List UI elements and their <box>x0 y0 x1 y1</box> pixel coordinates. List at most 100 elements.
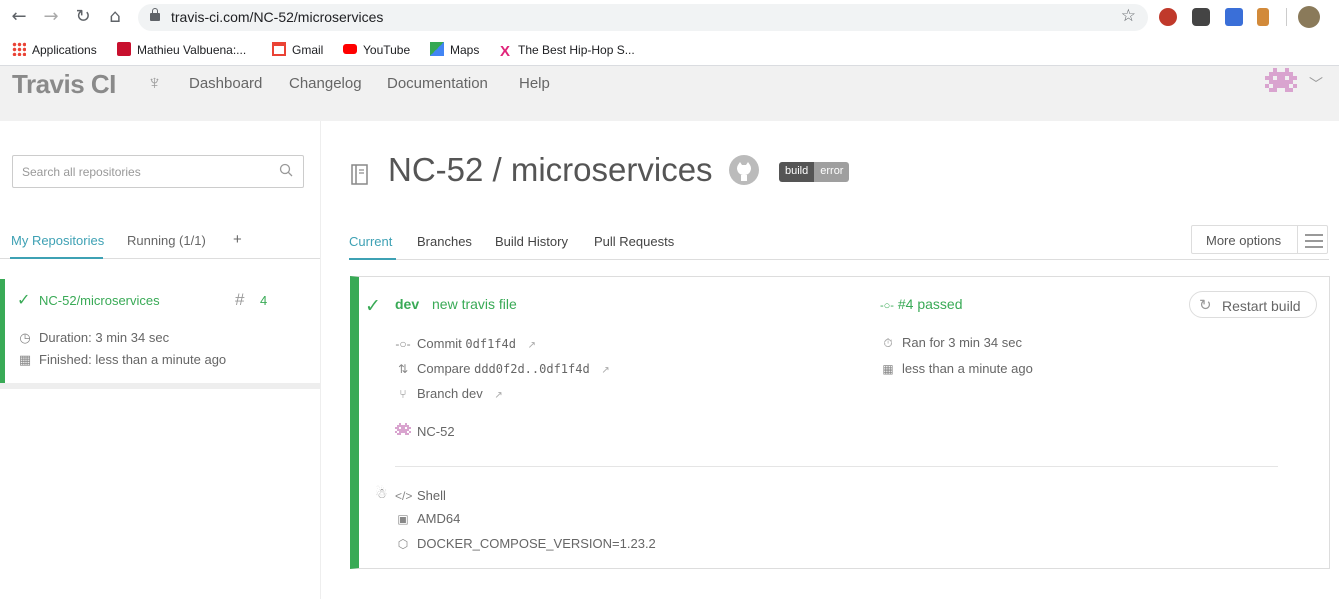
nav-help[interactable]: Help <box>519 75 550 92</box>
nav-changelog[interactable]: Changelog <box>289 75 362 92</box>
github-icon[interactable] <box>728 154 760 186</box>
bookmark-hiphop[interactable]: X The Best Hip-Hop S... <box>500 41 635 60</box>
page-title: NC-52 / microservices <box>388 151 713 188</box>
tab-add[interactable]: + <box>233 231 242 248</box>
travis-header: Travis CI ♆ Dashboard Changelog Document… <box>0 66 1339 121</box>
bookmark-mathieu[interactable]: Mathieu Valbuena:... <box>117 41 246 59</box>
build-branch[interactable]: dev <box>395 296 419 312</box>
lock-icon <box>150 8 160 22</box>
active-tab-indicator <box>349 258 396 260</box>
build-number[interactable]: 4 <box>260 293 267 308</box>
maps-icon <box>430 42 444 56</box>
address-bar[interactable]: travis-ci.com/NC-52/microservices ☆ <box>138 4 1148 31</box>
more-options-button[interactable]: More options <box>1191 225 1328 254</box>
browser-toolbar: ← → ↻ ⌂ travis-ci.com/NC-52/microservice… <box>0 0 1339 34</box>
back-icon[interactable]: ← <box>8 6 30 28</box>
arch-row: ▣ AMD64 <box>395 511 460 526</box>
adblock-icon[interactable] <box>1159 8 1177 26</box>
stopwatch-icon: ⏱ <box>883 336 893 350</box>
linux-tux-icon: ☃ <box>375 485 388 501</box>
tab-my-repositories[interactable]: My Repositories <box>11 233 104 248</box>
tab-pull-requests[interactable]: Pull Requests <box>594 234 674 249</box>
hash-icon: # <box>235 290 245 309</box>
tab-branches[interactable]: Branches <box>417 234 472 249</box>
clock-icon: ◷ <box>19 330 31 345</box>
divider <box>395 466 1278 467</box>
author-row[interactable]: NC-52 <box>395 423 455 439</box>
repo-book-icon <box>351 164 368 185</box>
bookmark-gmail[interactable]: Gmail <box>272 41 323 59</box>
passed-check-icon: ✓ <box>17 292 31 309</box>
url-text: travis-ci.com/NC-52/microservices <box>171 9 384 25</box>
build-card: ✓ dev new travis file -○- #4 passed ↻ Re… <box>350 276 1330 569</box>
forward-icon[interactable]: → <box>40 6 62 28</box>
profile-avatar[interactable] <box>1298 6 1320 28</box>
tab-current[interactable]: Current <box>349 234 392 249</box>
bookmark-favicon <box>117 42 131 56</box>
env-row: ⬡ DOCKER_COMPOSE_VERSION=1.23.2 <box>395 536 656 551</box>
ran-for: ⏱ Ran for 3 min 34 sec <box>880 335 1022 351</box>
external-link-icon[interactable]: ↗ <box>528 340 536 351</box>
travis-logo[interactable]: Travis CI <box>12 69 116 100</box>
divider <box>1297 226 1298 253</box>
nav-documentation[interactable]: Documentation <box>387 75 488 92</box>
repo-duration: ◷ Duration: 3 min 34 sec <box>17 330 169 346</box>
sidebar: Search all repositories My Repositories … <box>0 121 321 599</box>
commit-icon: -○- <box>395 337 411 351</box>
compare-range: ddd0f2d..0df1f4d <box>474 362 590 376</box>
divider <box>0 383 320 389</box>
search-input[interactable]: Search all repositories <box>12 155 304 188</box>
compare-icon: ⇅ <box>397 362 409 376</box>
chevron-down-icon[interactable]: ﹀ <box>1309 74 1323 94</box>
repository-tabs: My Repositories Running (1/1) + <box>0 223 320 259</box>
calendar-icon: ▦ <box>18 352 32 367</box>
active-tab-indicator <box>10 257 103 259</box>
x-brand-icon: X <box>500 43 511 60</box>
finished-time: ▦ less than a minute ago <box>880 361 1032 376</box>
restart-icon: ↻ <box>1199 297 1212 314</box>
branch-icon: ⑂ <box>399 387 407 401</box>
nav-dashboard[interactable]: Dashboard <box>189 75 262 92</box>
passed-check-icon: ✓ <box>365 296 381 317</box>
commit-message[interactable]: new travis file <box>432 296 517 312</box>
calendar-icon: ▦ <box>882 362 894 376</box>
extension-icon[interactable] <box>1257 8 1269 26</box>
youtube-icon <box>343 44 357 54</box>
external-link-icon[interactable]: ↗ <box>601 365 609 376</box>
repo-card[interactable]: ✓ NC-52/microservices # 4 ◷ Duration: 3 m… <box>0 279 320 383</box>
tab-build-history[interactable]: Build History <box>495 234 568 249</box>
calendar-extension-icon[interactable] <box>1225 8 1243 26</box>
user-avatar[interactable] <box>1265 68 1297 100</box>
author-avatar <box>395 423 411 435</box>
repo-finished: ▦ Finished: less than a minute ago <box>18 352 227 367</box>
bookmark-maps[interactable]: Maps <box>430 41 479 59</box>
restart-build-button[interactable]: ↻ Restart build <box>1189 291 1317 318</box>
commit-row[interactable]: -○- Commit 0df1f4d ↗ <box>395 336 536 351</box>
tab-running[interactable]: Running (1/1) <box>127 233 206 248</box>
branch-row[interactable]: ⑂ Branch dev ↗ <box>395 386 502 401</box>
commit-hash: 0df1f4d <box>465 337 516 351</box>
gmail-icon <box>272 42 286 56</box>
reload-icon[interactable]: ↻ <box>72 6 94 28</box>
bookmark-youtube[interactable]: YouTube <box>343 41 410 59</box>
build-status-badge[interactable]: build error <box>779 162 850 182</box>
cpu-chip-icon: ▣ <box>397 512 409 526</box>
build-status[interactable]: -○- #4 passed <box>880 296 962 312</box>
home-icon[interactable]: ⌂ <box>104 6 126 28</box>
toolbar-divider <box>1286 8 1287 26</box>
language-row: </> Shell <box>395 488 446 503</box>
code-icon: </> <box>395 489 413 503</box>
package-box-icon: ⬡ <box>397 537 409 551</box>
broadcast-antenna-icon[interactable]: ♆ <box>147 72 162 95</box>
search-icon[interactable] <box>279 163 293 177</box>
hamburger-menu-icon[interactable] <box>1305 234 1323 252</box>
bookmark-applications[interactable]: Applications <box>12 41 97 59</box>
search-placeholder: Search all repositories <box>22 165 141 179</box>
apps-grid-icon <box>12 42 26 56</box>
bookmark-star-icon[interactable]: ☆ <box>1121 6 1136 26</box>
repo-name[interactable]: NC-52/microservices <box>39 293 160 308</box>
extension-icon[interactable] <box>1192 8 1210 26</box>
main-content: NC-52 / microservices build error Curren… <box>322 121 1339 599</box>
compare-row[interactable]: ⇅ Compare ddd0f2d..0df1f4d ↗ <box>395 361 610 376</box>
external-link-icon[interactable]: ↗ <box>494 390 502 401</box>
